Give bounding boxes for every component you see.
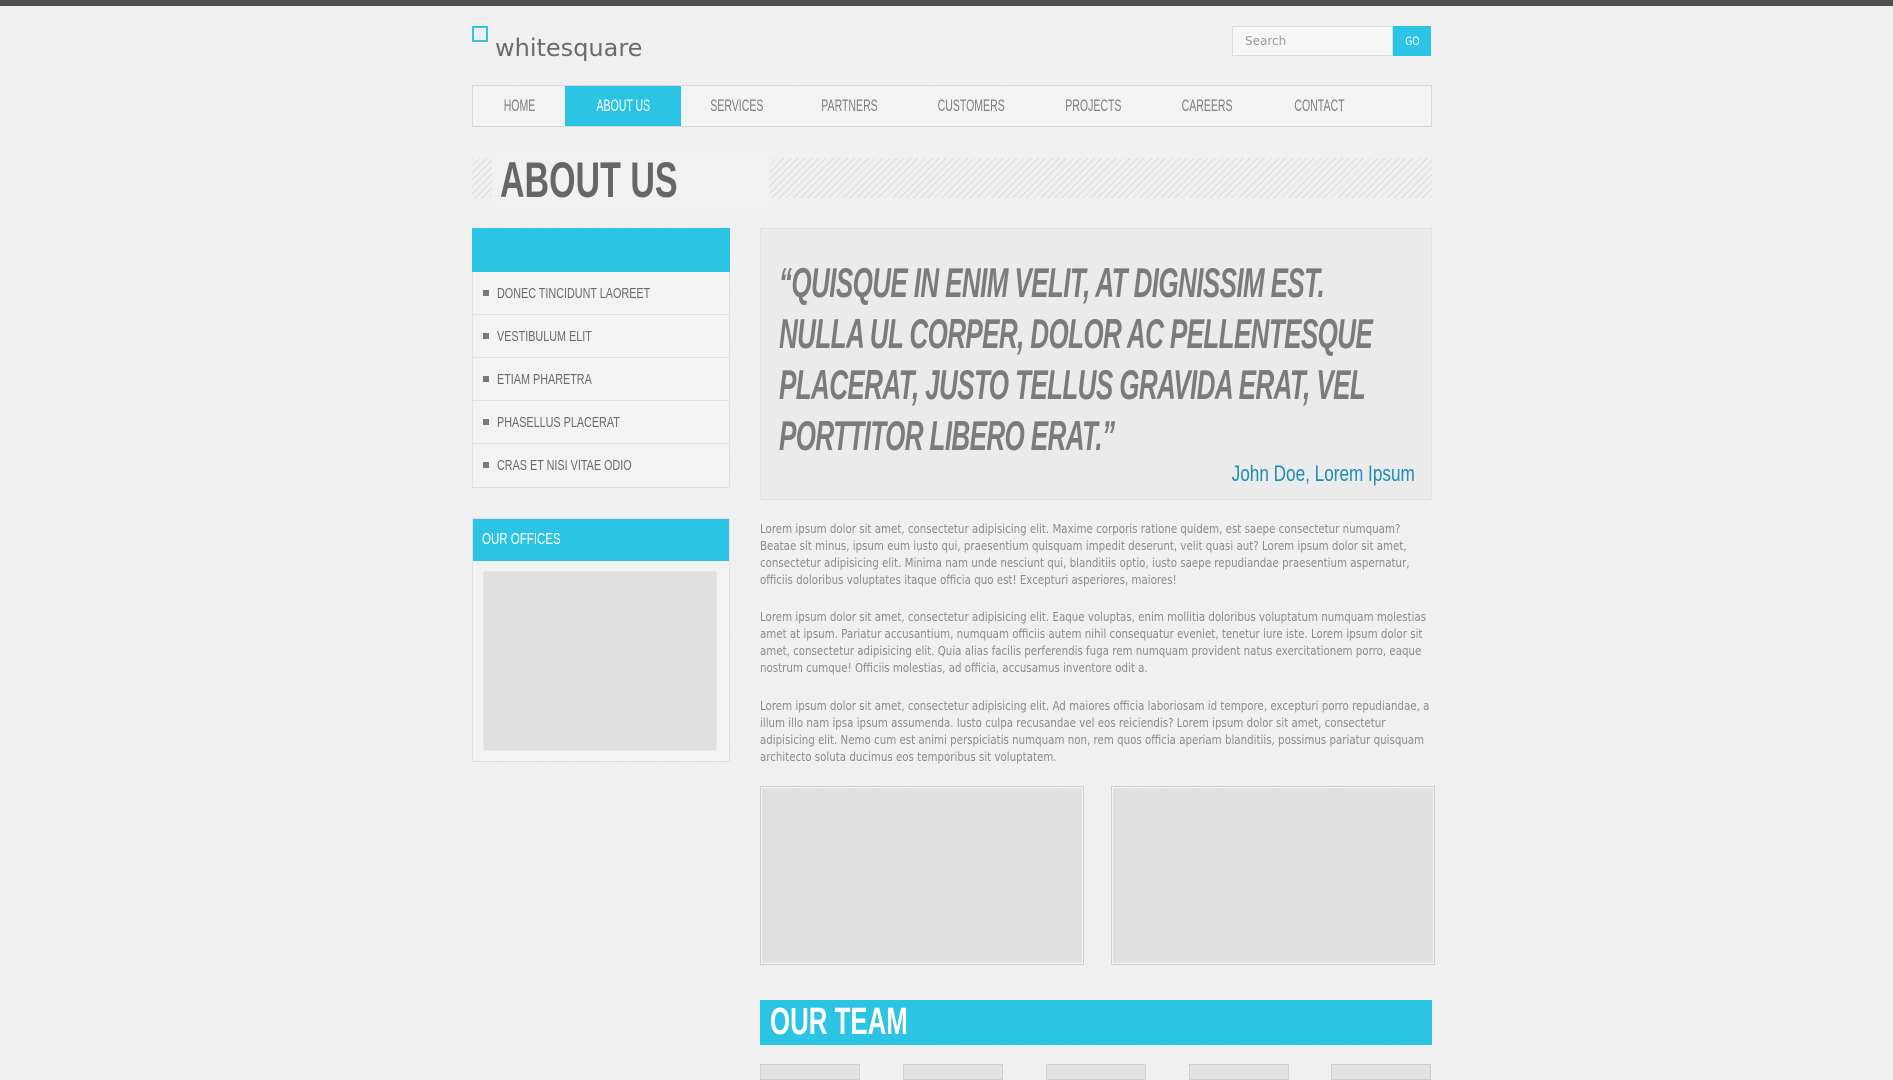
team-member-photo[interactable] xyxy=(903,1064,1003,1080)
nav-label: CAREERS xyxy=(1181,96,1233,115)
image-placeholder xyxy=(760,786,1084,965)
main-nav: HOME ABOUT US SERVICES PARTNERS CUSTOMER… xyxy=(472,85,1432,127)
bullet-icon xyxy=(483,376,489,382)
search-input[interactable] xyxy=(1232,26,1393,56)
sidebar-item-label: ETIAM PHARETRA xyxy=(497,371,592,388)
sidebar-item-label: PHASELLUS PLACERAT xyxy=(497,414,620,431)
team-header: OUR TEAM xyxy=(760,1000,1432,1045)
nav-item-services[interactable]: SERVICES xyxy=(681,86,793,126)
sidebar-item-label: VESTIBULUM ELIT xyxy=(497,328,592,345)
nav-label: ABOUT US xyxy=(596,96,650,115)
nav-label: CUSTOMERS xyxy=(937,96,1005,115)
paragraph-text: Lorem ipsum dolor sit amet, consectetur … xyxy=(760,522,1410,587)
page-title-box: ABOUT US xyxy=(492,150,770,210)
logo-text[interactable]: whitesquare xyxy=(495,34,642,62)
bullet-icon xyxy=(483,290,489,296)
quote-line: PORTTITOR LIBERO ERAT.” xyxy=(779,412,1115,459)
team-title: OUR TEAM xyxy=(770,1001,908,1043)
nav-item-customers[interactable]: CUSTOMERS xyxy=(907,86,1035,126)
nav-item-projects[interactable]: PROJECTS xyxy=(1035,86,1151,126)
offices-widget: OUR OFFICES xyxy=(472,518,730,762)
nav-label: PARTNERS xyxy=(821,96,879,115)
nav-item-contact[interactable]: CONTACT xyxy=(1263,86,1375,126)
team-member-photo[interactable] xyxy=(760,1064,860,1080)
nav-label: CONTACT xyxy=(1293,96,1345,115)
logo-square-icon[interactable] xyxy=(472,26,488,42)
page-title: ABOUT US xyxy=(500,152,678,208)
nav-item-careers[interactable]: CAREERS xyxy=(1151,86,1263,126)
quote-author-text: John Doe, Lorem Ipsum xyxy=(1231,461,1415,486)
sidebar-header xyxy=(472,228,730,272)
quote-block: “QUISQUE IN ENIM VELIT, AT DIGNISSIM EST… xyxy=(760,228,1432,500)
content-paragraph: Lorem ipsum dolor sit amet, consectetur … xyxy=(760,521,1432,589)
team-member-photo[interactable] xyxy=(1189,1064,1289,1080)
top-bar xyxy=(0,0,1893,6)
search-go-button[interactable]: GO xyxy=(1393,26,1431,56)
sidebar-item[interactable]: VESTIBULUM ELIT xyxy=(473,315,729,358)
nav-label: PROJECTS xyxy=(1064,96,1122,115)
content-paragraph: Lorem ipsum dolor sit amet, consectetur … xyxy=(760,609,1432,677)
quote-line: NULLA UL CORPER, DOLOR AC PELLENTESQUE xyxy=(779,310,1373,357)
quote-line: PLACERAT, JUSTO TELLUS GRAVIDA ERAT, VEL xyxy=(779,361,1366,408)
quote-author: John Doe, Lorem Ipsum xyxy=(1180,461,1415,487)
sidebar-menu: DONEC TINCIDUNT LAOREET VESTIBULUM ELIT … xyxy=(472,272,730,488)
offices-header: OUR OFFICES xyxy=(473,519,729,561)
nav-label: SERVICES xyxy=(710,96,764,115)
sidebar-item-label: CRAS ET NISI VITAE ODIO xyxy=(497,457,632,474)
quote-line: “QUISQUE IN ENIM VELIT, AT DIGNISSIM EST… xyxy=(779,259,1325,306)
paragraph-text: Lorem ipsum dolor sit amet, consectetur … xyxy=(760,699,1430,764)
image-placeholder xyxy=(1111,786,1435,965)
nav-label: HOME xyxy=(503,96,535,115)
sidebar-item[interactable]: ETIAM PHARETRA xyxy=(473,358,729,401)
bullet-icon xyxy=(483,419,489,425)
content-paragraph: Lorem ipsum dolor sit amet, consectetur … xyxy=(760,698,1432,766)
paragraph-text: Lorem ipsum dolor sit amet, consectetur … xyxy=(760,610,1427,675)
bullet-icon xyxy=(483,333,489,339)
offices-title: OUR OFFICES xyxy=(482,531,561,548)
nav-item-partners[interactable]: PARTNERS xyxy=(793,86,907,126)
nav-item-home[interactable]: HOME xyxy=(473,86,565,126)
sidebar-item[interactable]: CRAS ET NISI VITAE ODIO xyxy=(473,444,729,487)
team-member-photo[interactable] xyxy=(1331,1064,1431,1080)
bullet-icon xyxy=(483,462,489,468)
offices-map-placeholder xyxy=(483,571,717,751)
sidebar-item-label: DONEC TINCIDUNT LAOREET xyxy=(497,285,651,302)
nav-item-about-us[interactable]: ABOUT US xyxy=(565,86,681,126)
search-go-label: GO xyxy=(1404,34,1419,48)
sidebar-item[interactable]: DONEC TINCIDUNT LAOREET xyxy=(473,272,729,315)
sidebar-item[interactable]: PHASELLUS PLACERAT xyxy=(473,401,729,444)
team-member-photo[interactable] xyxy=(1046,1064,1146,1080)
